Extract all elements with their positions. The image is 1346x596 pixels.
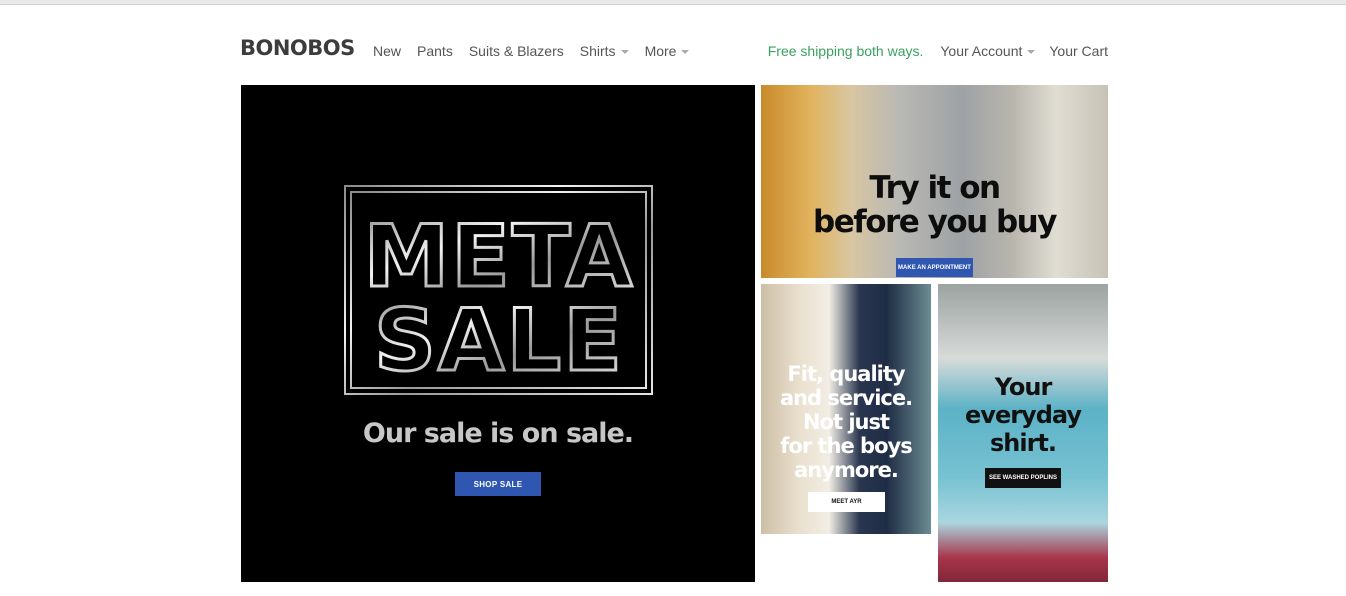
- nav-item-suits-blazers[interactable]: Suits & Blazers: [469, 43, 564, 59]
- your-cart-link[interactable]: Your Cart: [1049, 43, 1108, 59]
- make-appointment-button[interactable]: MAKE AN APPOINTMENT: [896, 258, 973, 277]
- meet-ayr-button[interactable]: MEET AYR: [808, 492, 885, 512]
- nav-item-new[interactable]: New: [373, 43, 401, 59]
- chevron-down-icon: [1027, 50, 1036, 54]
- account-nav: Free shipping both ways. Your Account Yo…: [768, 43, 1108, 59]
- chevron-down-icon: [620, 50, 629, 54]
- headline-line: before you buy: [813, 204, 1057, 240]
- see-washed-poplins-button[interactable]: SEE WASHED POPLINS: [985, 468, 1061, 488]
- headline-line: for the boys: [780, 434, 912, 458]
- nav-item-more[interactable]: More: [645, 43, 690, 59]
- try-it-on-promo[interactable]: Try it on before you buy MAKE AN APPOINT…: [761, 85, 1108, 278]
- headline-line: everyday: [965, 401, 1082, 429]
- headline-line: Not just: [802, 410, 890, 434]
- your-account-label: Your Account: [940, 43, 1023, 59]
- shop-sale-button[interactable]: SHOP SALE: [455, 472, 541, 496]
- ayr-headline: Fit, quality and service. Not just for t…: [761, 362, 931, 482]
- headline-line: Try it on: [869, 170, 1001, 206]
- meta-sale-line2: SALE: [374, 291, 624, 391]
- headline-line: and service.: [779, 386, 913, 410]
- chevron-down-icon: [681, 50, 690, 54]
- headline-line: Fit, quality: [787, 362, 905, 386]
- meta-sale-logo: META SALE: [344, 185, 653, 395]
- nav-item-label: Shirts: [579, 43, 616, 59]
- browser-top-rule: [0, 0, 1346, 5]
- nav-item-pants[interactable]: Pants: [417, 43, 453, 59]
- headline-line: shirt.: [989, 429, 1057, 457]
- headline-line: anymore.: [794, 458, 899, 482]
- your-cart-label: Your Cart: [1049, 43, 1108, 59]
- nav-item-label: More: [644, 43, 677, 59]
- hero-tagline: Our sale is on sale.: [362, 418, 634, 449]
- bonobos-logo[interactable]: BONOBOS: [240, 36, 355, 60]
- meta-sale-hero[interactable]: META SALE Our sale is on sale. SHOP SALE: [241, 85, 755, 582]
- everyday-shirt-promo[interactable]: Your everyday shirt. SEE WASHED POPLINS: [938, 284, 1108, 582]
- try-it-on-headline: Try it on before you buy: [761, 171, 1108, 239]
- main-nav: New Pants Suits & Blazers Shirts More: [373, 43, 705, 59]
- nav-item-shirts[interactable]: Shirts: [580, 43, 629, 59]
- nav-item-label: Suits & Blazers: [468, 43, 564, 59]
- free-shipping-notice: Free shipping both ways.: [767, 43, 924, 59]
- headline-line: Your: [994, 373, 1053, 401]
- ayr-promo[interactable]: Fit, quality and service. Not just for t…: [761, 284, 931, 534]
- site-header: BONOBOS New Pants Suits & Blazers Shirts…: [240, 34, 1108, 68]
- your-account-menu[interactable]: Your Account: [940, 43, 1036, 59]
- everyday-shirt-headline: Your everyday shirt.: [938, 373, 1108, 457]
- nav-item-label: New: [373, 43, 402, 59]
- nav-item-label: Pants: [417, 43, 453, 59]
